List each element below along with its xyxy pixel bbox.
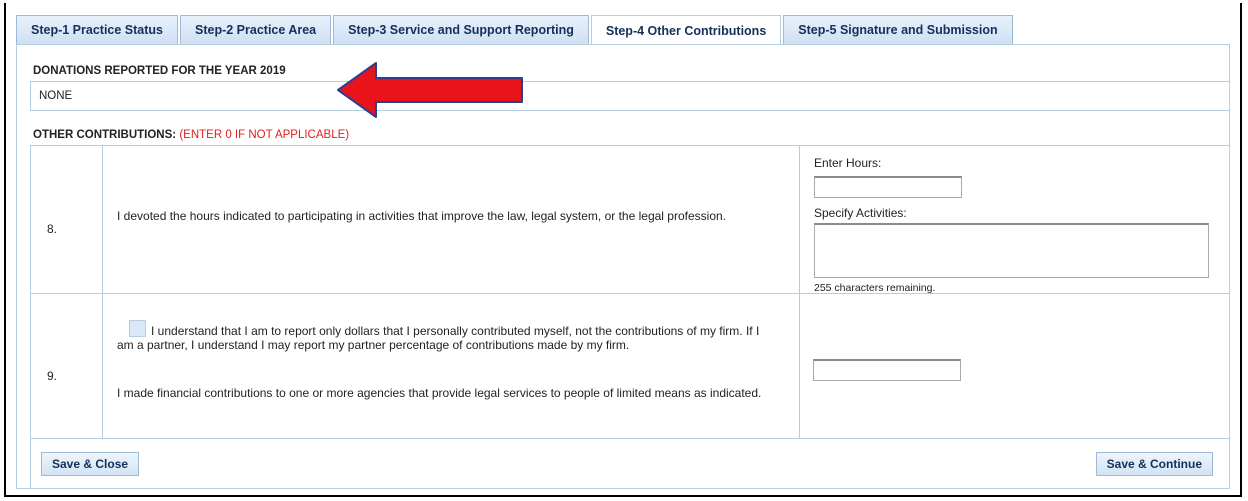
tab-other-contributions[interactable]: Step-4 Other Contributions	[590, 15, 782, 45]
donations-value: NONE	[39, 90, 73, 102]
row-number: 8.	[47, 222, 58, 236]
characters-remaining: 255 characters remaining.	[814, 282, 936, 294]
table-row: 8. I devoted the hours indicated to part…	[31, 146, 1229, 294]
row-number-cell: 9.	[31, 294, 103, 438]
statement-text: I devoted the hours indicated to partici…	[117, 209, 726, 223]
row-number-cell: 8.	[31, 146, 103, 293]
input-cell: Enter Hours: Specify Activities: 255 cha…	[800, 146, 1229, 294]
step-tabs: Step-1 Practice Status Step-2 Practice A…	[16, 15, 1015, 45]
form-footer: Save & Close Save & Continue	[30, 439, 1230, 489]
activities-textarea[interactable]	[814, 223, 1209, 278]
annotation-arrow-icon	[337, 62, 523, 118]
statement-cell: I devoted the hours indicated to partici…	[103, 146, 800, 293]
donations-box: NONE	[30, 81, 1230, 111]
input-cell	[800, 294, 1229, 438]
not-applicable-note: (ENTER 0 IF NOT APPLICABLE)	[179, 129, 350, 141]
activities-label: Specify Activities:	[814, 206, 907, 220]
other-contributions-heading: OTHER CONTRIBUTIONS: (ENTER 0 IF NOT APP…	[33, 129, 349, 141]
checkbox-text: I understand that I am to report only do…	[117, 324, 760, 352]
save-continue-button[interactable]: Save & Continue	[1095, 452, 1213, 476]
statement-text: I made financial contributions to one or…	[117, 386, 762, 400]
hours-label: Enter Hours:	[814, 156, 882, 170]
tab-signature-submission[interactable]: Step-5 Signature and Submission	[783, 15, 1013, 44]
save-close-button[interactable]: Save & Close	[41, 452, 140, 476]
table-row: 9. I understand that I am to report only…	[31, 294, 1229, 438]
tab-service-support-reporting[interactable]: Step-3 Service and Support Reporting	[333, 15, 589, 44]
row-number: 9.	[47, 369, 58, 383]
statement-cell: I understand that I am to report only do…	[103, 294, 800, 438]
tab-practice-area[interactable]: Step-2 Practice Area	[180, 15, 332, 44]
tab-practice-status[interactable]: Step-1 Practice Status	[16, 15, 178, 44]
donations-heading: DONATIONS REPORTED FOR THE YEAR 2019	[33, 65, 286, 77]
hours-input[interactable]	[814, 176, 962, 198]
amount-input[interactable]	[813, 359, 961, 381]
other-contributions-title: OTHER CONTRIBUTIONS:	[33, 129, 177, 141]
contributions-table: 8. I devoted the hours indicated to part…	[30, 145, 1230, 439]
